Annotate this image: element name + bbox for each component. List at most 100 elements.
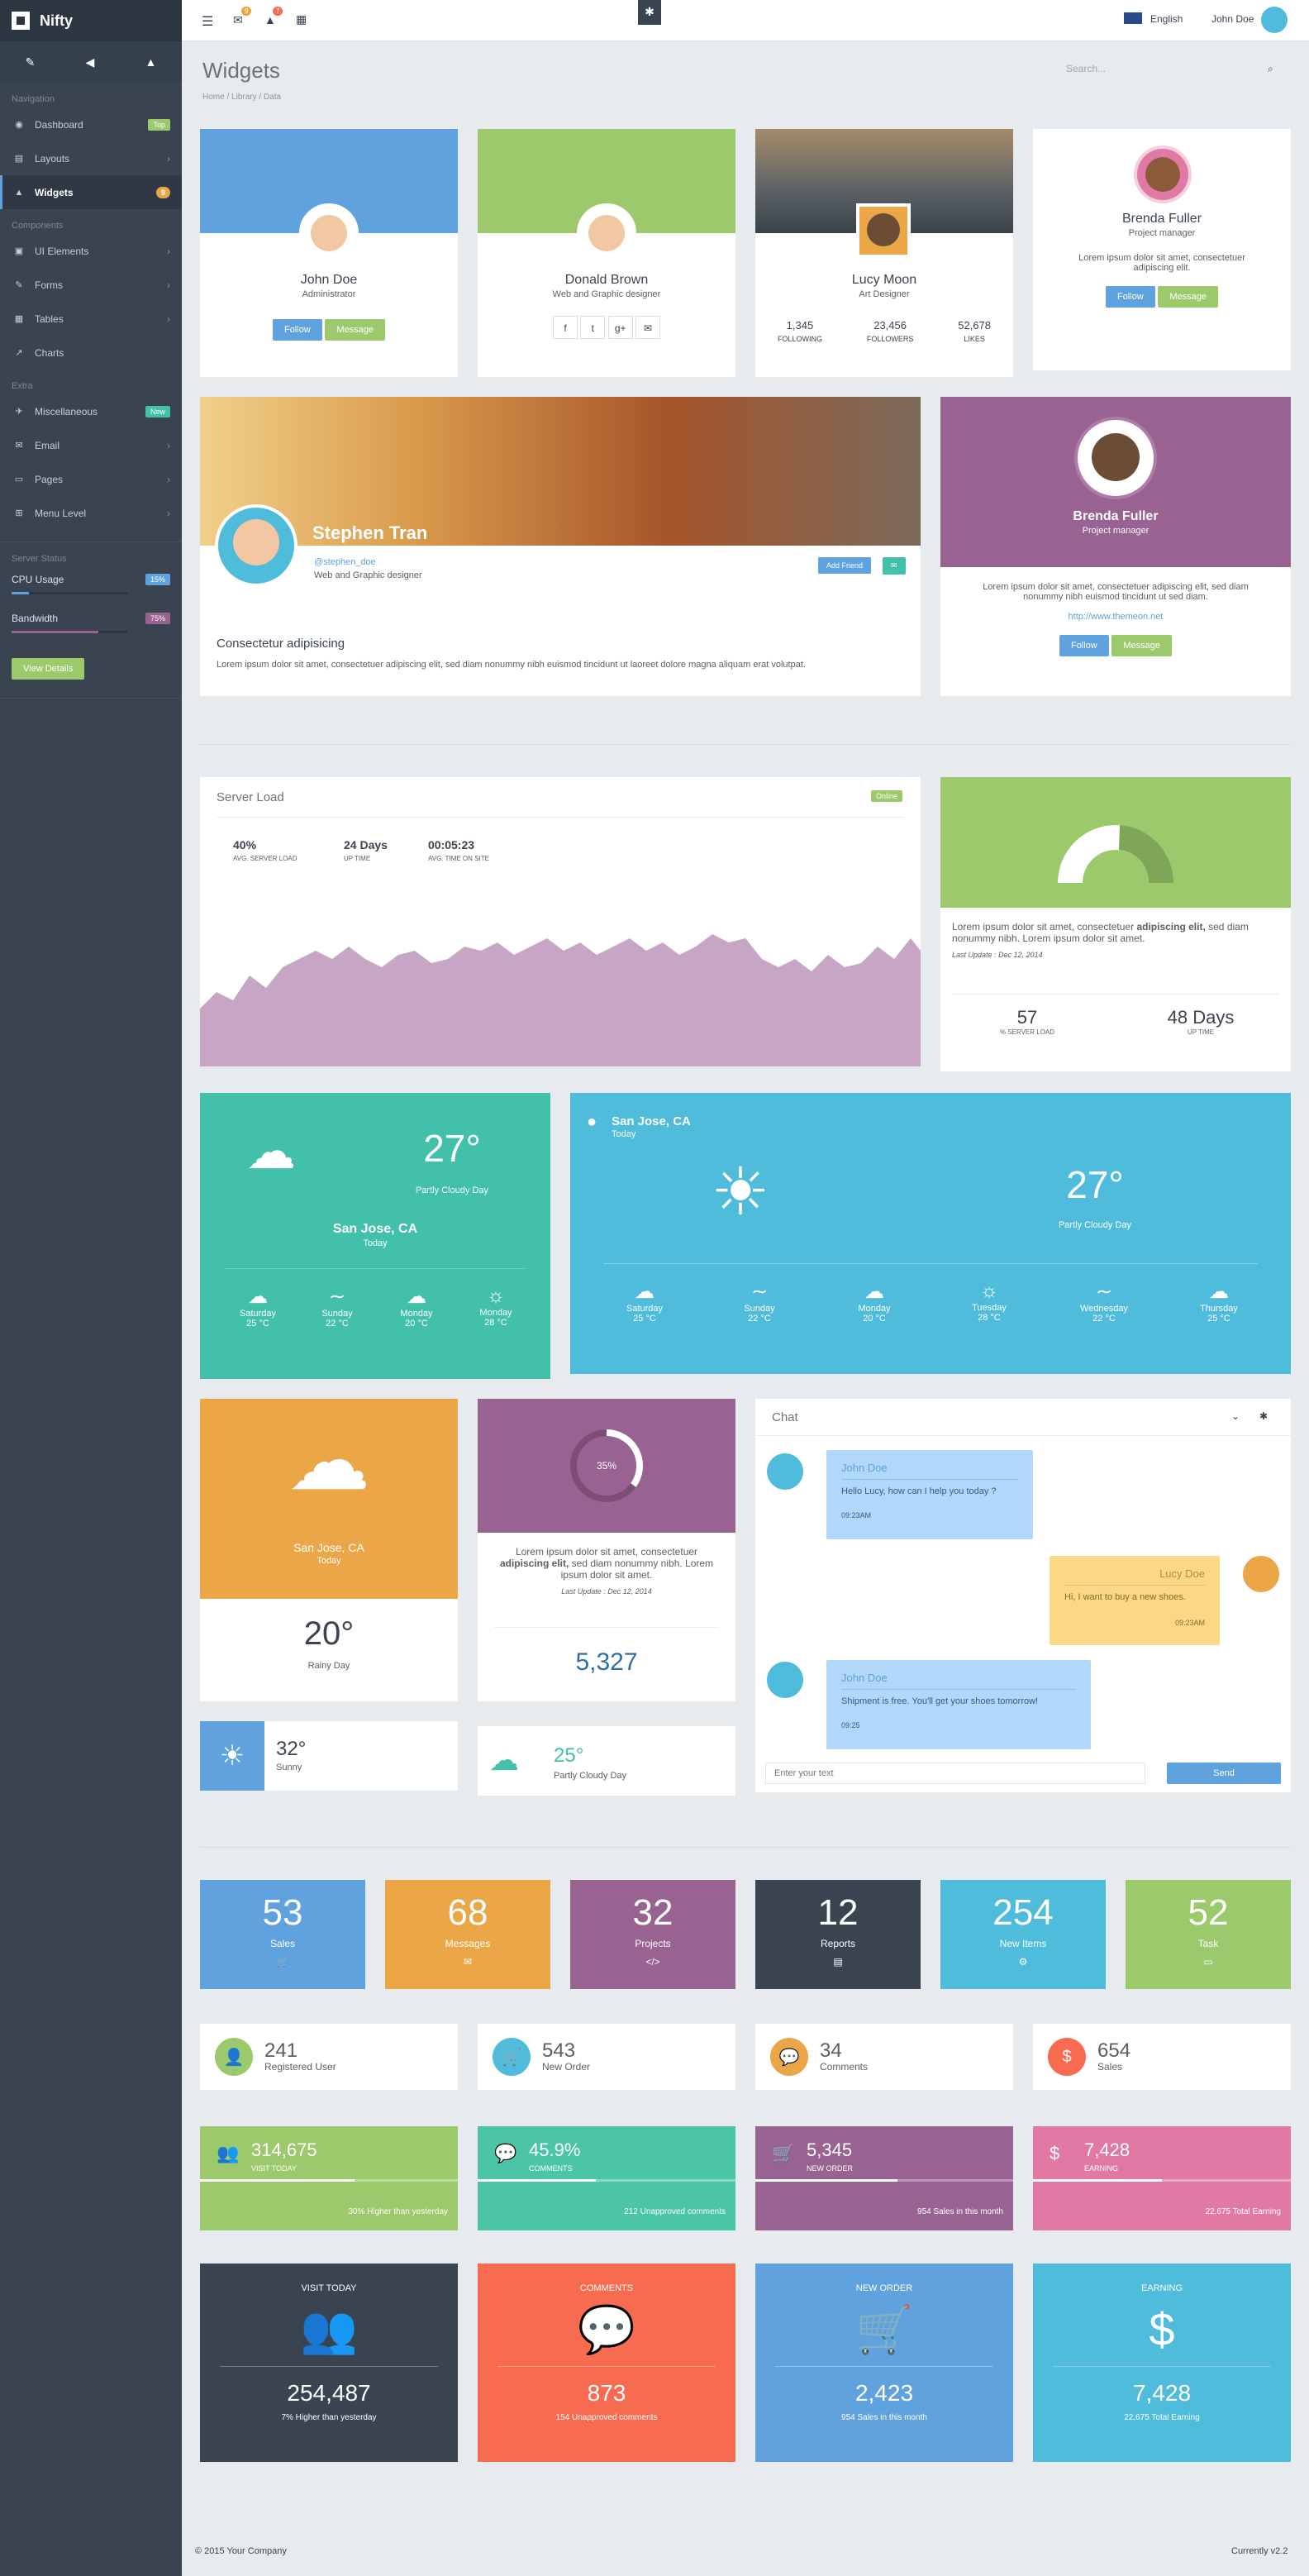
progress-bar-fill [200,2179,355,2182]
temperature: 32° [276,1738,307,1760]
sidebar-item-charts[interactable]: ↗ Charts [0,336,182,370]
message-button[interactable]: Message [325,319,386,341]
apps-grid-icon[interactable]: ▦ [296,12,307,26]
rainy-weather-panel: ☁ San Jose, CA Today 20° Rainy Day [200,1399,458,1701]
follow-button[interactable]: Follow [1105,286,1155,308]
chevron-down-icon[interactable]: ⌄ [1231,1410,1240,1422]
avatar[interactable] [1261,7,1288,33]
profile-role: Web and Graphic designer [552,289,661,299]
sidebar-item-pages[interactable]: ▭ Pages › [0,462,182,496]
facebook-icon[interactable]: f [552,316,578,339]
weather-day: ☼ Tuesday 28 °C [956,1280,1022,1323]
plus-square-icon: ⊞ [15,508,23,518]
sidebar-item-layouts[interactable]: ▤ Layouts › [0,141,182,175]
profile-name: Brenda Fuller [1121,212,1202,226]
users-icon: 👥 [217,2143,240,2163]
envelope-icon[interactable]: ✉ [635,316,661,339]
big-stat-title: NEW ORDER [855,2283,913,2293]
menu-toggle-icon[interactable]: ☰ [202,13,213,30]
cloud-icon: ☁ [407,1286,426,1308]
stat-tile[interactable]: 32 Projects </> [570,1880,735,1989]
follow-button[interactable]: Follow [272,319,322,341]
stat-tile[interactable]: 254 New Items ⚙ [940,1880,1106,1989]
temperature: 20° [303,1615,355,1652]
user-name[interactable]: John Doe [1211,13,1254,25]
chevron-right-icon: › [167,279,170,291]
brand[interactable]: Nifty [0,0,182,41]
profile-link[interactable]: http://www.themeon.net [940,612,1291,622]
sidebar-item-email[interactable]: ✉ Email › [0,428,182,462]
send-button[interactable]: Send [1167,1763,1281,1784]
bell-icon[interactable]: ▲ [145,55,157,69]
sidebar-item-widgets[interactable]: ▲ Widgets 9 [0,175,182,209]
gear-icon[interactable]: ✱ [638,0,661,25]
sidebar-item-menu-level[interactable]: ⊞ Menu Level › [0,496,182,530]
message-button[interactable]: Message [1158,286,1219,308]
chevron-right-icon: › [167,312,170,325]
server-load-panel: Server Load Online 40% AVG. SERVER LOAD 2… [200,777,921,1066]
partly-cloudy-icon: ☁ [246,1123,296,1179]
followers-label: FOLLOWERS [866,335,914,343]
chevron-right-icon: › [167,152,170,165]
message-button[interactable]: Message [1111,635,1173,656]
weather-day-name: Saturday [239,1309,277,1319]
stat-tile[interactable]: 53 Sales 🛒 [200,1880,365,1989]
sidebar-item-ui-elements[interactable]: ▣ UI Elements › [0,234,182,268]
weather-day: ☁ Monday 20 °C [383,1285,450,1329]
briefcase-icon: ▣ [14,246,24,256]
logo-icon [12,12,30,30]
language-selector[interactable]: English [1150,13,1183,25]
envelope-icon[interactable]: ✉ [883,557,906,575]
tasks-icon: ▭ [1203,1956,1213,1968]
weather-day-temp: 28 °C [978,1313,1001,1323]
last-update: Last Update : Dec 12, 2014 [952,951,1043,959]
avatar [299,203,359,263]
progress-footer: 954 Sales in this month [917,2207,1003,2216]
condition: Partly Cloudy Day [1058,1220,1132,1230]
progress-value: 5,345 [807,2140,853,2160]
gear-icon[interactable]: ✱ [1259,1410,1268,1422]
twitter-icon[interactable]: t [580,316,606,339]
mini-stat-text: 654 Sales [1097,2041,1130,2073]
sidebar-item-label: Tables [35,312,64,325]
stat-tile[interactable]: 12 Reports ▤ [755,1880,921,1989]
temperature: 27° [423,1127,481,1170]
add-friend-button[interactable]: Add Friend [818,557,872,574]
mini-stat-label: Comments [820,2061,869,2073]
google-plus-icon[interactable]: g+ [607,316,633,339]
search-input[interactable]: Search... ⌕ [1066,63,1309,79]
sidebar-item-label: Miscellaneous [35,405,98,417]
nav-category: Server Status [12,554,67,564]
breadcrumb-home[interactable]: Home [202,93,225,102]
profile-handle[interactable]: @stephen_doe [314,557,376,567]
view-details-button[interactable]: View Details [12,658,85,680]
stat-tile[interactable]: 52 Task ▭ [1126,1880,1291,1989]
chat-sender: John Doe [841,1462,888,1474]
megaphone-icon[interactable]: ◀ [86,55,95,69]
envelope-icon[interactable]: ✉ [233,13,243,27]
progress-footer: 212 Unapproved comments [624,2207,726,2216]
sidebar-item-forms[interactable]: ✎ Forms › [0,268,182,302]
breadcrumb-library[interactable]: Library [231,93,257,102]
follow-button[interactable]: Follow [1059,635,1109,656]
chat-input[interactable] [765,1763,1145,1784]
progress-bar [755,2179,1013,2182]
avatar [856,203,911,258]
sidebar-item-label: Email [35,439,60,451]
edit-icon: ✎ [15,280,23,290]
uptime-label: UP TIME [1187,1028,1215,1036]
bell-icon[interactable]: ▲ [264,13,276,26]
sidebar-item-misc[interactable]: ✈ Miscellaneous New [0,394,182,428]
profile-name: John Doe [300,273,358,287]
avatar [1243,1556,1279,1592]
stat-tile[interactable]: 68 Messages ✉ [385,1880,550,1989]
comment-icon: 💬 [494,2143,517,2163]
sidebar-item-dashboard[interactable]: ◉ Dashboard Top [0,107,182,141]
search-icon[interactable]: ⌕ [1268,63,1273,75]
sidebar-shortcuts: ✎ ◀ ▲ [0,41,182,83]
sidebar-item-tables[interactable]: ▦ Tables › [0,302,182,336]
weather-day-temp: 20 °C [405,1319,428,1329]
wand-icon[interactable]: ✎ [26,55,36,69]
envelope-icon: ✉ [15,441,23,451]
chat-time: 09:23AM [841,1511,872,1519]
